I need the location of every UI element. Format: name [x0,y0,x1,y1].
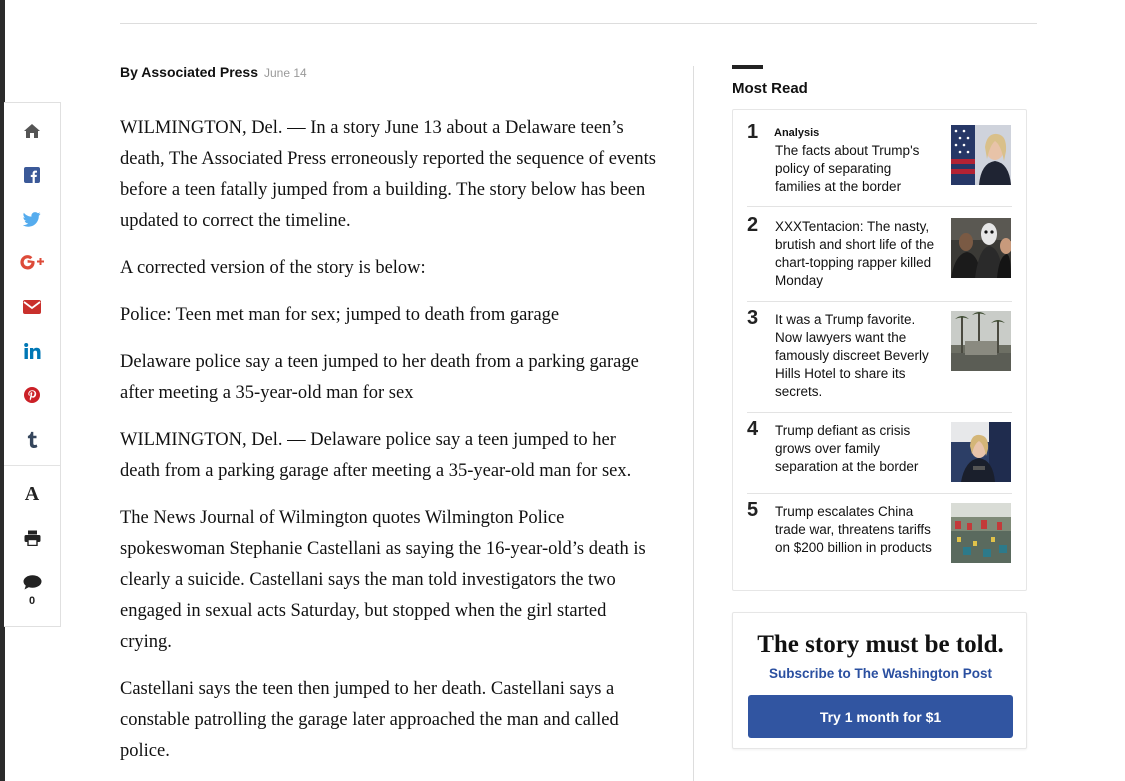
pinterest-icon[interactable] [4,380,60,410]
most-read-rank: 3 [747,307,759,329]
most-read-list: 1 Analysis The facts about Trump's polic… [732,109,1027,591]
share-rail-divider [4,465,60,466]
most-read-title: Most Read [732,80,808,97]
comment-count: 0 [28,595,36,607]
font-size-icon[interactable]: A [4,479,60,509]
most-read-thumbnail[interactable] [951,503,1011,563]
most-read-item[interactable]: 3 It was a Trump favorite. Now lawyers w… [747,307,1013,409]
subscribe-promo: The story must be told. Subscribe to The… [732,612,1027,749]
facebook-icon[interactable] [4,160,60,190]
most-read-rank: 1 [747,121,759,143]
most-read-separator [747,412,1012,413]
most-read-headline[interactable]: XXXTentacion: The nasty, brutish and sho… [775,218,940,290]
article-paragraph: The News Journal of Wilmington quotes Wi… [120,508,646,652]
google-plus-icon[interactable] [4,248,60,278]
most-read-thumbnail[interactable] [951,218,1011,278]
most-read-thumbnail[interactable] [951,125,1011,185]
article-paragraph: WILMINGTON, Del. — In a story June 13 ab… [120,118,656,231]
subscribe-trial-button[interactable]: Try 1 month for $1 [748,695,1013,738]
article-body: WILMINGTON, Del. — In a story June 13 ab… [120,113,660,781]
most-read-thumbnail[interactable] [951,422,1011,482]
email-icon[interactable] [4,292,60,322]
comment-icon[interactable] [4,567,60,597]
most-read-item[interactable]: 5 Trump escalates China trade war, threa… [747,499,1013,581]
most-read-separator [747,206,1012,207]
most-read-separator [747,301,1012,302]
article-paragraph: Castellani says the teen then jumped to … [120,679,619,761]
article-paragraph: A corrected version of the story is belo… [120,258,426,278]
tumblr-icon[interactable] [4,424,60,454]
article-paragraph: Police: Teen met man for sex; jumped to … [120,305,560,325]
subscribe-headline: The story must be told. [757,631,1004,658]
linkedin-icon[interactable] [4,336,60,366]
column-divider [693,66,694,781]
most-read-rank: 5 [747,499,759,521]
most-read-headline[interactable]: It was a Trump favorite. Now lawyers wan… [775,311,940,401]
most-read-accent-bar [732,65,763,69]
subscribe-link[interactable]: Subscribe to The Washington Post [733,666,1028,681]
most-read-item[interactable]: 4 Trump defiant as crisis grows over fam… [747,418,1013,490]
most-read-rank: 4 [747,418,759,440]
most-read-rank: 2 [747,214,759,236]
most-read-item[interactable]: 2 XXXTentacion: The nasty, brutish and s… [747,214,1013,296]
article-paragraph: Delaware police say a teen jumped to her… [120,352,639,403]
share-rail: A 0 [4,102,61,627]
byline-author[interactable]: By Associated Press [120,64,258,80]
most-read-headline[interactable]: Trump escalates China trade war, threate… [775,503,940,557]
most-read-kicker: Analysis [774,127,820,139]
home-icon[interactable] [4,116,60,146]
font-size-label: A [24,482,40,505]
byline-date: June 14 [264,66,307,80]
most-read-thumbnail[interactable] [951,311,1011,371]
twitter-icon[interactable] [4,204,60,234]
article-paragraph: WILMINGTON, Del. — Delaware police say a… [120,430,632,481]
print-icon[interactable] [4,523,60,553]
most-read-separator [747,493,1012,494]
most-read-headline[interactable]: Trump defiant as crisis grows over famil… [775,422,940,476]
header-divider [120,23,1037,24]
most-read-headline[interactable]: The facts about Trump's policy of separa… [775,142,940,196]
byline: By Associated Press June 14 [120,64,307,80]
most-read-item[interactable]: 1 Analysis The facts about Trump's polic… [747,121,1013,203]
